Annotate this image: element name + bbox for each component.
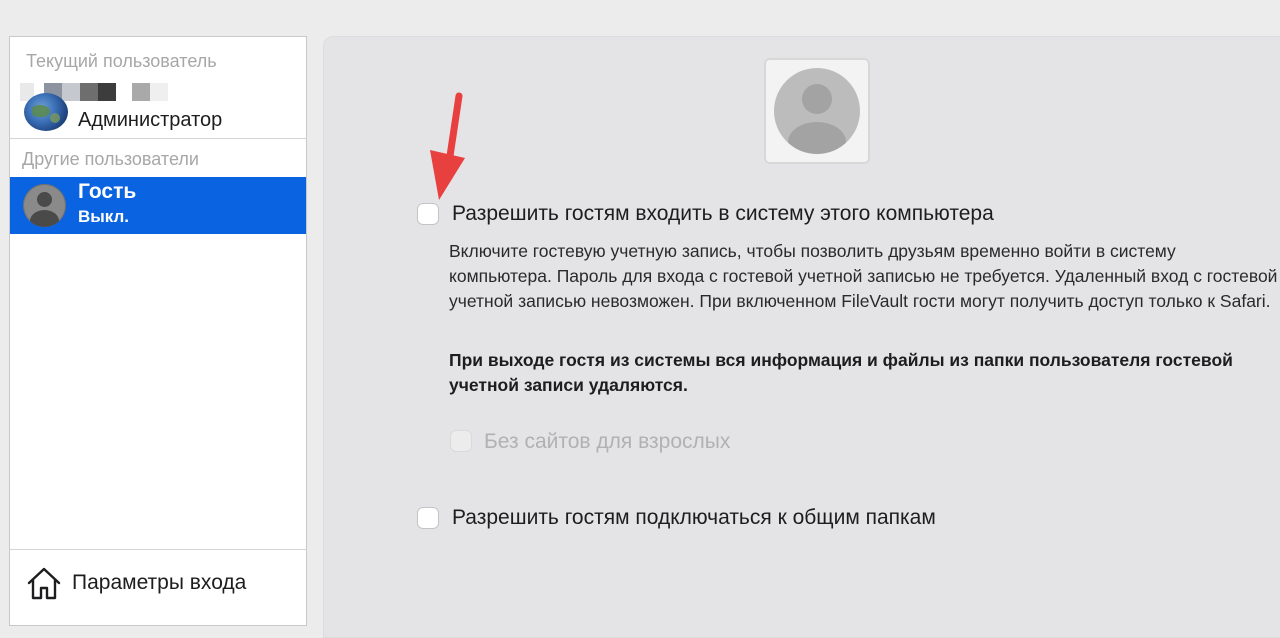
red-arrow-annotation-icon <box>430 92 465 200</box>
users-sidebar: Текущий пользователь Администратор Други… <box>9 36 307 626</box>
admin-role-label: Администратор <box>78 109 223 131</box>
guest-avatar-icon <box>23 184 66 227</box>
user-silhouette-icon <box>774 68 860 154</box>
allow-shared-folders-checkbox[interactable] <box>417 507 439 529</box>
sidebar-divider <box>10 138 306 139</box>
guest-status: Выкл. <box>78 207 130 226</box>
guest-picture[interactable] <box>764 58 870 164</box>
sidebar-item-guest[interactable]: Гость Выкл. <box>10 177 306 234</box>
guest-name: Гость <box>78 180 137 203</box>
limit-adult-sites-label: Без сайтов для взрослых <box>484 430 731 453</box>
current-user-header: Текущий пользователь <box>26 51 217 71</box>
allow-guest-login-checkbox[interactable] <box>417 203 439 225</box>
guest-warning: При выходе гостя из системы вся информац… <box>449 350 1233 395</box>
admin-avatar[interactable] <box>24 93 68 131</box>
login-options-label: Параметры входа <box>72 571 247 594</box>
other-users-header: Другие пользователи <box>22 149 199 169</box>
allow-shared-folders-label[interactable]: Разрешить гостям подключаться к общим па… <box>452 506 936 530</box>
limit-adult-sites-checkbox <box>450 430 472 452</box>
house-icon <box>27 567 61 600</box>
login-options-button[interactable]: Параметры входа <box>26 565 246 601</box>
sidebar-divider <box>10 549 306 550</box>
allow-guest-login-label[interactable]: Разрешить гостям входить в систему этого… <box>452 202 994 226</box>
guest-description: Включите гостевую учетную запись, чтобы … <box>449 241 1278 311</box>
